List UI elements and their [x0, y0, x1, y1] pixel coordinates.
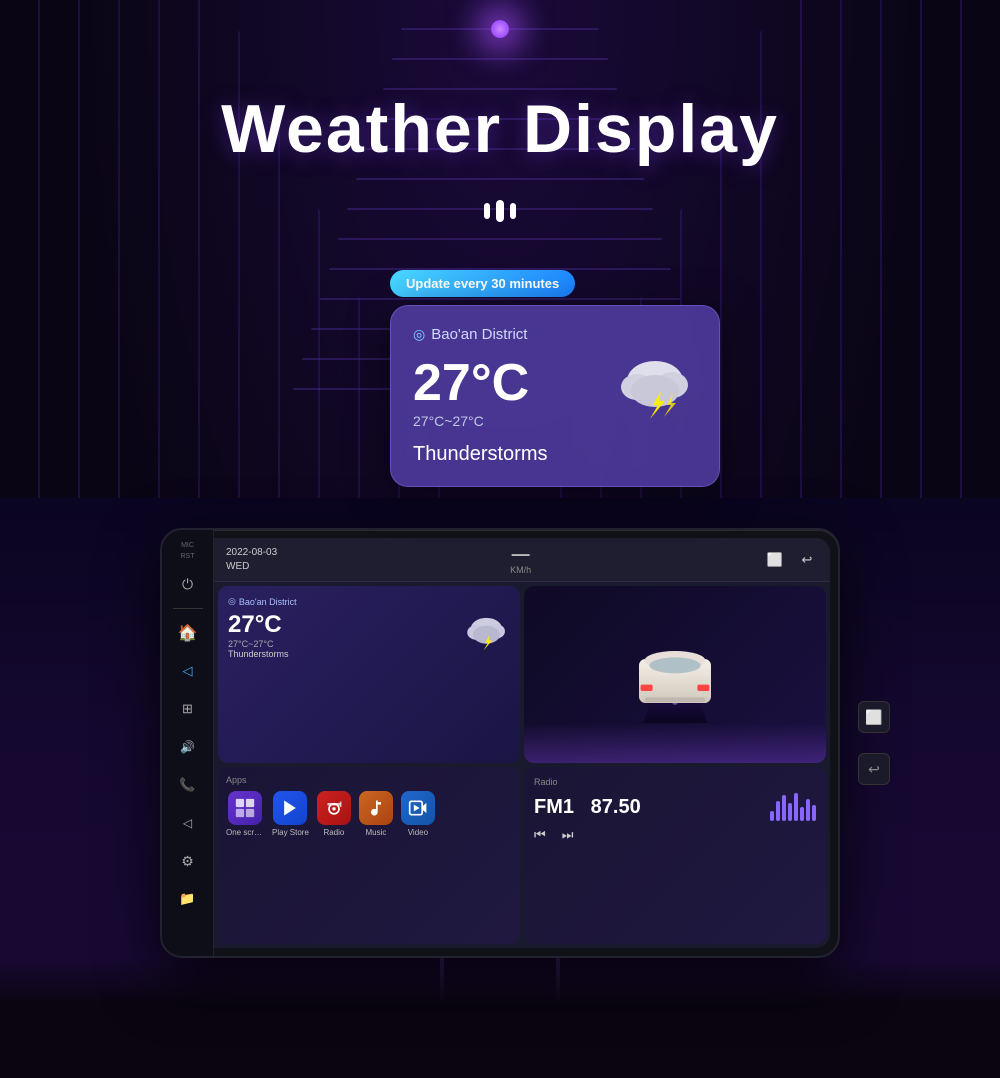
screen-btn[interactable]: ⬜: [858, 701, 890, 733]
files-icon[interactable]: 📁: [170, 881, 206, 917]
thunderstorm-icon: [617, 353, 697, 423]
carousel-indicator: [484, 200, 516, 222]
speed-display: — KM/h: [510, 544, 531, 575]
weather-icon: [617, 353, 697, 433]
app-radio[interactable]: Radio: [317, 791, 351, 837]
weather-location-text: Bao'an District: [431, 326, 527, 343]
back-btn[interactable]: ↩: [858, 753, 890, 785]
app-label-music: Music: [365, 828, 386, 837]
app-icon-music: [359, 791, 393, 825]
app-music[interactable]: Music: [359, 791, 393, 837]
tile-location-icon: ◎: [228, 596, 236, 607]
weather-popup: Update every 30 minutes ◎ Bao'an Distric…: [390, 270, 720, 487]
radio-frequency: FM1 87.50: [534, 796, 641, 819]
bar-3: [782, 795, 786, 821]
tile-location-text: Bao'an District: [239, 597, 297, 607]
back-nav-icon[interactable]: ↩: [796, 549, 818, 571]
page-title: Weather Display: [0, 90, 1000, 168]
weather-temp-area: 27°C 27°C~27°C: [413, 357, 529, 429]
dot-2[interactable]: [496, 200, 504, 222]
radio-prev-button[interactable]: ⏮: [534, 827, 546, 843]
app-label-radio: Radio: [323, 828, 344, 837]
bar-1: [770, 811, 774, 821]
app-video[interactable]: Video: [401, 791, 435, 837]
tile-apps: Apps One screen in... Play: [218, 767, 520, 944]
volume-icon[interactable]: 🔊: [170, 729, 206, 765]
car-rear-svg: [595, 625, 755, 725]
tile-weather-range: 27°C~27°C: [228, 639, 289, 649]
apps-icon[interactable]: ⊞: [170, 691, 206, 727]
topbar-right: ⬜ ↩: [764, 549, 818, 571]
tile-weather[interactable]: ◎ Bao'an District 27°C 27°C~27°C Thunder…: [218, 586, 520, 763]
bar-5: [794, 793, 798, 821]
nav-road-overlay: [524, 723, 826, 763]
tile-navigation[interactable]: [524, 586, 826, 763]
app-one-screen[interactable]: One screen in...: [226, 791, 264, 837]
radio-controls: ⏮ ⏭: [534, 827, 816, 843]
unit-screen: 2022-08-03 WED — KM/h ⬜ ↩ ◎ B: [214, 538, 830, 948]
app-label-video: Video: [408, 828, 428, 837]
light-orb: [491, 20, 509, 38]
weather-card: ◎ Bao'an District 27°C 27°C~27°C: [390, 305, 720, 487]
radio-next-button[interactable]: ⏭: [562, 827, 574, 843]
dot-1[interactable]: [484, 203, 490, 219]
page-title-area: Weather Display: [0, 90, 1000, 168]
phone-icon[interactable]: 📞: [170, 767, 206, 803]
location-icon: ◎: [413, 326, 425, 343]
radio-waveform: [770, 791, 816, 821]
dot-3[interactable]: [510, 203, 516, 219]
app-icon-one-screen: [228, 791, 262, 825]
app-label-play-store: Play Store: [272, 828, 309, 837]
radio-freq-value: 87.50: [591, 796, 641, 818]
screen-icon[interactable]: ⬜: [764, 549, 786, 571]
mic-label: MIC: [181, 542, 194, 549]
car-interior-bottom: [0, 958, 1000, 1078]
power-icon[interactable]: ⏻: [170, 566, 206, 602]
settings-icon[interactable]: ⚙: [170, 843, 206, 879]
tile-weather-desc: Thunderstorms: [228, 649, 289, 659]
radio-header: Radio: [534, 777, 816, 787]
bar-7: [806, 799, 810, 821]
update-badge: Update every 30 minutes: [390, 270, 575, 297]
car-head-unit: MIC RST ⏻ 🏠 ◁ ⊞ 🔊 📞 ◁ ⚙ 📁 2022-08-03 WED: [160, 528, 840, 958]
tile-weather-location: ◎ Bao'an District: [228, 596, 510, 607]
apps-grid: One screen in... Play Store: [226, 791, 512, 837]
tile-weather-icon: [465, 613, 510, 658]
bar-6: [800, 807, 804, 821]
weather-location: ◎ Bao'an District: [413, 326, 697, 343]
app-label-one-screen: One screen in...: [226, 828, 264, 837]
app-icon-play-store: [273, 791, 307, 825]
app-icon-radio: [317, 791, 351, 825]
bar-2: [776, 801, 780, 821]
app-play-store[interactable]: Play Store: [272, 791, 309, 837]
sidebar-divider-1: [173, 608, 203, 609]
tile-radio[interactable]: Radio FM1 87.50: [524, 767, 826, 944]
nav-icon[interactable]: ◁: [170, 653, 206, 689]
tile-weather-temp: 27°C: [228, 611, 289, 639]
unit-frame: MIC RST ⏻ 🏠 ◁ ⊞ 🔊 📞 ◁ ⚙ 📁 2022-08-03 WED: [160, 528, 840, 958]
weather-description: Thunderstorms: [413, 443, 697, 466]
app-icon-video: [401, 791, 435, 825]
weather-main: 27°C 27°C~27°C: [413, 353, 697, 433]
home-icon[interactable]: 🏠: [170, 615, 206, 651]
screen-topbar: 2022-08-03 WED — KM/h ⬜ ↩: [214, 538, 830, 582]
radio-channel: FM1: [534, 796, 574, 818]
screen-grid: ◎ Bao'an District 27°C 27°C~27°C Thunder…: [214, 582, 830, 948]
weather-temperature: 27°C: [413, 357, 529, 409]
unit-right-buttons: ⬜ ↩: [858, 701, 890, 785]
datetime-display: 2022-08-03 WED: [226, 546, 277, 574]
speed-label: KM/h: [510, 565, 531, 575]
unit-sidebar: MIC RST ⏻ 🏠 ◁ ⊞ 🔊 📞 ◁ ⚙ 📁: [162, 530, 214, 956]
weather-range: 27°C~27°C: [413, 413, 529, 429]
apps-header: Apps: [226, 775, 512, 785]
back-icon[interactable]: ◁: [170, 805, 206, 841]
bar-4: [788, 803, 792, 821]
bar-8: [812, 805, 816, 821]
date-text: 2022-08-03: [226, 546, 277, 560]
day-text: WED: [226, 560, 277, 574]
rst-label: RST: [181, 553, 195, 560]
